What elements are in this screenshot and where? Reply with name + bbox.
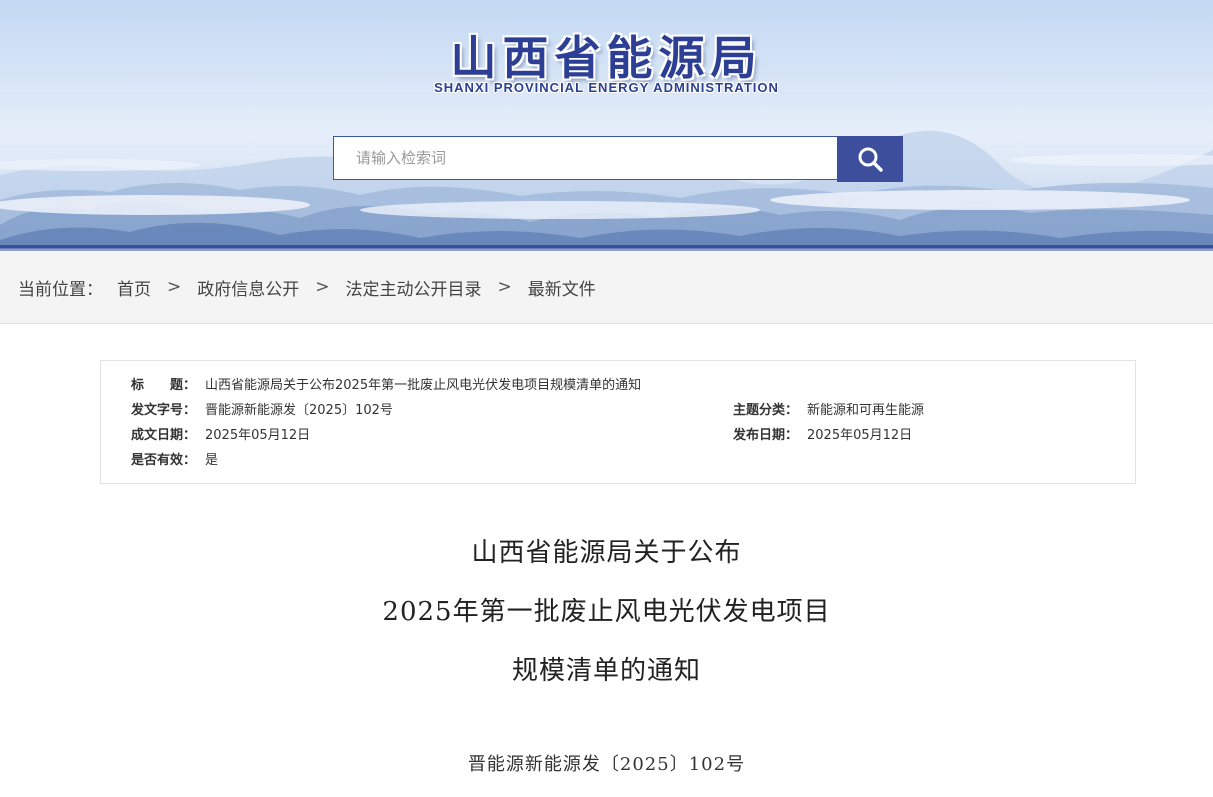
header-banner: 山西省能源局 SHANXI PROVINCIAL ENERGY ADMINIST… (0, 0, 1213, 245)
breadcrumb-item-gov-info[interactable]: 政府信息公开 (197, 275, 299, 300)
meta-topic-value: 新能源和可再生能源 (807, 403, 925, 418)
meta-valid-value: 是 (205, 453, 219, 468)
meta-title-label: 标 题： (131, 378, 197, 393)
meta-topic-label: 主题分类： (733, 403, 799, 418)
search-input[interactable] (333, 136, 837, 180)
document-number: 晋能源新能源发〔2025〕102号 (467, 754, 746, 775)
breadcrumb-item-catalog[interactable]: 法定主动公开目录 (346, 275, 482, 300)
document-title-line-3: 规模清单的通知 (511, 656, 701, 686)
breadcrumb-item-home[interactable]: 首页 (117, 275, 151, 300)
meta-written-label: 成文日期： (131, 428, 197, 443)
meta-docno-value: 晋能源新能源发〔2025〕102号 (205, 403, 393, 418)
meta-published-label: 发布日期： (733, 428, 799, 443)
meta-title-value: 山西省能源局关于公布2025年第一批废止风电光伏发电项目规模清单的通知 (205, 378, 642, 393)
search-box (333, 136, 903, 182)
breadcrumb-item-latest[interactable]: 最新文件 (528, 275, 596, 300)
search-icon (858, 147, 883, 172)
site-logo-en: SHANXI PROVINCIAL ENERGY ADMINISTRATION (434, 80, 779, 95)
breadcrumb-separator: > (167, 277, 182, 297)
document-meta-box: 标 题： 山西省能源局关于公布2025年第一批废止风电光伏发电项目规模清单的通知… (100, 360, 1136, 484)
document-title-line-2: 2025年第一批废止风电光伏发电项目 (382, 597, 831, 627)
meta-written-value: 2025年05月12日 (205, 428, 311, 443)
breadcrumb-prefix: 当前位置： (18, 279, 103, 300)
meta-published-value: 2025年05月12日 (807, 428, 913, 443)
site-logo-cn[interactable]: 山西省能源局 (0, 22, 1213, 88)
breadcrumb-separator: > (497, 277, 512, 297)
meta-valid-label: 是否有效： (131, 453, 197, 468)
search-button[interactable] (837, 136, 903, 182)
document-title-line-1: 山西省能源局关于公布 (471, 538, 742, 568)
breadcrumb: 当前位置： 首页 > 政府信息公开 > 法定主动公开目录 > 最新文件 (0, 251, 1213, 324)
meta-docno-label: 发文字号： (131, 403, 197, 418)
breadcrumb-separator: > (315, 277, 330, 297)
